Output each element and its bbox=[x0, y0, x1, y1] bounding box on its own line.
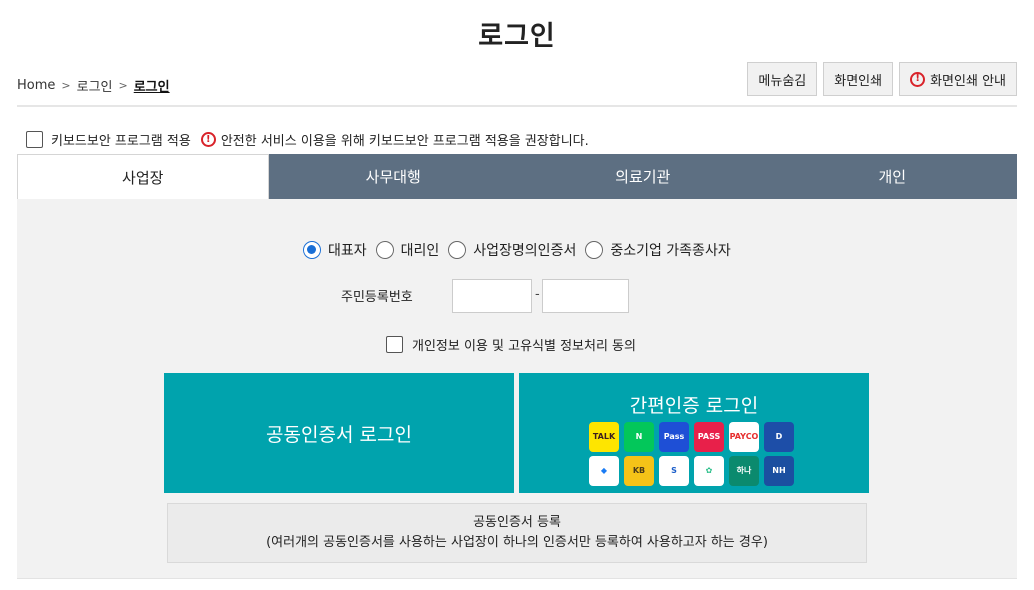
radio-button[interactable] bbox=[303, 241, 321, 259]
payco-icon: PAYCO bbox=[729, 422, 759, 452]
radio-representative[interactable]: 대표자 bbox=[303, 240, 367, 260]
hide-menu-button[interactable]: 메뉴숨김 bbox=[747, 62, 818, 96]
breadcrumb-current: 로그인 bbox=[133, 80, 170, 95]
login-type-tabs: 사업장 사무대행 의료기관 개인 bbox=[17, 154, 1017, 199]
cert-register-title: 공동인증서 등록 bbox=[473, 515, 561, 530]
radio-business-cert[interactable]: 사업장명의인증서 bbox=[448, 240, 576, 260]
radio-button[interactable] bbox=[375, 241, 394, 259]
print-button[interactable]: 화면인쇄 bbox=[823, 62, 894, 96]
hana-icon: 하나 bbox=[729, 456, 759, 486]
chevron-right-icon: > bbox=[61, 79, 71, 92]
user-type-radio-group: 대표자 대리인 사업장명의인증서 중소기업 가족종사자 bbox=[303, 240, 740, 260]
rrn-separator: - bbox=[535, 287, 540, 302]
nh-icon: NH bbox=[764, 456, 794, 486]
panel-footer bbox=[17, 578, 1017, 590]
cert-register-description: (여러개의 공동인증서를 사용하는 사업장이 하나의 인증서만 등록하여 사용하… bbox=[266, 535, 768, 550]
cert-register-button[interactable]: 공동인증서 등록 (여러개의 공동인증서를 사용하는 사업장이 하나의 인증서만… bbox=[167, 503, 867, 563]
warning-icon: ! bbox=[910, 71, 926, 87]
privacy-agree-row: 개인정보 이용 및 고유식별 정보처리 동의 bbox=[386, 335, 636, 354]
rrn-front-input[interactable] bbox=[452, 279, 532, 313]
radio-agent[interactable]: 대리인 bbox=[375, 240, 439, 260]
kakao-talk-icon: TALK bbox=[589, 422, 619, 452]
top-button-group: 메뉴숨김 화면인쇄 ! 화면인쇄 안내 bbox=[747, 62, 1017, 96]
rrn-back-input[interactable] bbox=[542, 279, 629, 313]
radio-button[interactable] bbox=[448, 241, 467, 259]
naver-icon: N bbox=[624, 422, 654, 452]
breadcrumb: Home > 로그인 > 로그인 bbox=[17, 76, 170, 95]
privacy-agree-checkbox[interactable] bbox=[386, 336, 403, 353]
breadcrumb-level1[interactable]: 로그인 bbox=[77, 76, 113, 95]
rrn-label: 주민등록번호 bbox=[341, 290, 413, 305]
chevron-right-icon: > bbox=[118, 79, 128, 92]
cert-login-button[interactable]: 공동인증서 로그인 bbox=[164, 373, 514, 493]
breadcrumb-home[interactable]: Home bbox=[17, 78, 55, 93]
radio-family-worker[interactable]: 중소기업 가족종사자 bbox=[585, 240, 731, 260]
divider bbox=[17, 105, 1017, 107]
kb-icon: KB bbox=[624, 456, 654, 486]
banksalad-icon: ✿ bbox=[694, 456, 724, 486]
keyboard-security-label: 키보드보안 프로그램 적용 bbox=[51, 134, 191, 149]
tab-individual[interactable]: 개인 bbox=[768, 154, 1018, 199]
toss-icon: ◆ bbox=[589, 456, 619, 486]
warning-icon: ! bbox=[200, 132, 216, 147]
keyboard-security-checkbox[interactable] bbox=[26, 131, 43, 148]
digital-id-icon: D bbox=[764, 422, 794, 452]
shinhan-icon: S bbox=[659, 456, 689, 486]
simple-auth-login-button[interactable]: 간편인증 로그인 TALK N Pass PASS PAYCO D ◆ KB S ✿ 하나 NH bbox=[519, 373, 869, 493]
tab-business[interactable]: 사업장 bbox=[17, 154, 269, 199]
keyboard-security-row: 키보드보안 프로그램 적용 ! 안전한 서비스 이용을 위해 키보드보안 프로그… bbox=[26, 130, 589, 149]
keyboard-security-notice: 안전한 서비스 이용을 위해 키보드보안 프로그램 적용을 권장합니다. bbox=[220, 134, 589, 149]
privacy-agree-label: 개인정보 이용 및 고유식별 정보처리 동의 bbox=[412, 339, 636, 354]
page-title: 로그인 bbox=[478, 21, 556, 52]
tab-medical[interactable]: 의료기관 bbox=[518, 154, 768, 199]
pass-icon: PASS bbox=[694, 422, 724, 452]
simple-auth-provider-grid: TALK N Pass PASS PAYCO D ◆ KB S ✿ 하나 NH bbox=[589, 422, 794, 486]
tab-agency[interactable]: 사무대행 bbox=[269, 154, 519, 199]
samsung-pass-icon: Pass bbox=[659, 422, 689, 452]
simple-auth-title: 간편인증 로그인 bbox=[629, 395, 759, 417]
radio-button[interactable] bbox=[585, 241, 604, 259]
print-guide-button[interactable]: ! 화면인쇄 안내 bbox=[899, 62, 1017, 96]
